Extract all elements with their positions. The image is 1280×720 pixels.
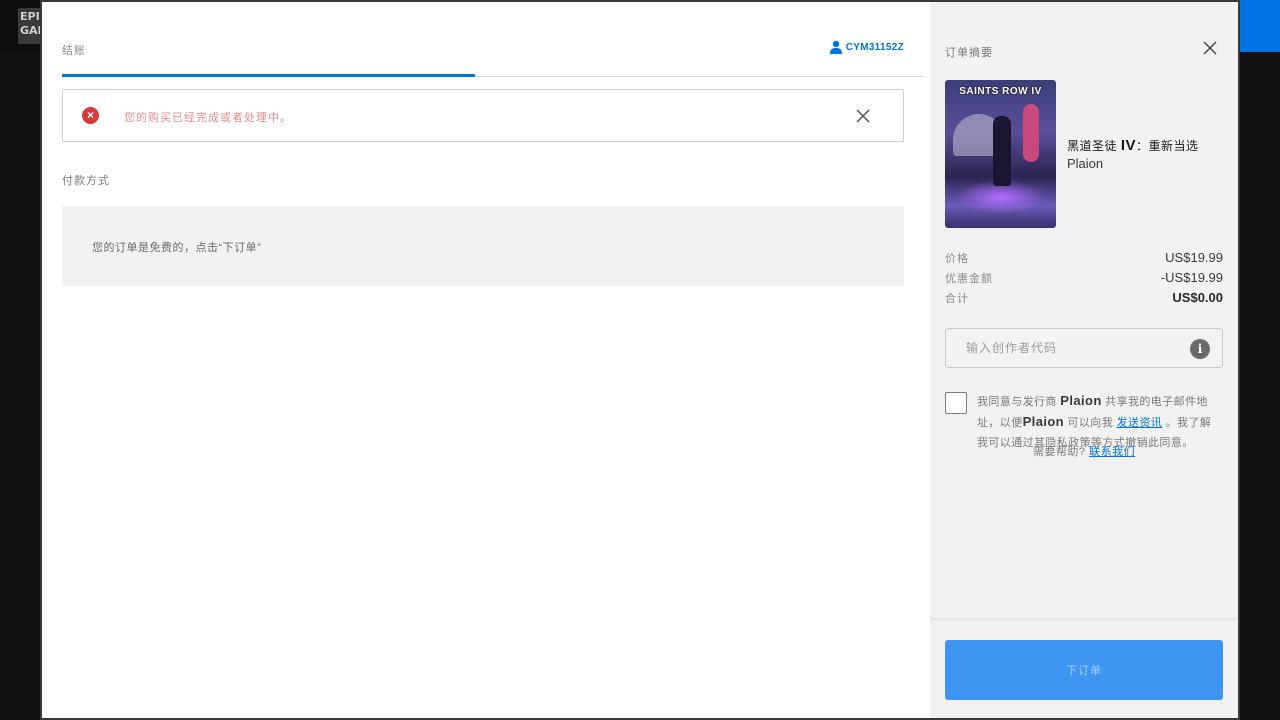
contact-us-link[interactable]: 联系我们: [1089, 446, 1135, 458]
order-summary-pane: 订单摘要 SAINTS ROW IV 黑道圣徒 IV：重新当选 Plaion 价…: [930, 2, 1238, 718]
error-circle-icon: ×: [82, 107, 99, 124]
total-row: 合计 US$0.00: [945, 290, 1223, 306]
info-icon[interactable]: i: [1190, 339, 1210, 359]
checkout-tab-title: 结账: [62, 45, 86, 57]
cover-title-text: SAINTS ROW IV: [959, 86, 1042, 97]
account-name: CYM31152Z: [845, 41, 904, 53]
consent-part-3: 可以向我: [1067, 417, 1114, 429]
creator-code-field: i: [945, 328, 1223, 368]
payment-notice-box: 您的订单是免费的，点击“下订单”: [62, 206, 904, 286]
close-icon[interactable]: [855, 108, 871, 124]
price-label: 价格: [945, 253, 969, 265]
close-icon[interactable]: [1202, 40, 1218, 56]
discount-row: 优惠金额 -US$19.99: [945, 270, 1223, 286]
order-summary-title: 订单摘要: [945, 47, 993, 59]
total-label: 合计: [945, 293, 969, 305]
game-cover-image: SAINTS ROW IV: [945, 80, 1056, 228]
payment-section-title: 付款方式: [62, 175, 110, 187]
game-publisher: Plaion: [1067, 156, 1104, 171]
creator-code-input[interactable]: [946, 329, 1186, 367]
place-order-button[interactable]: 下订单: [945, 640, 1223, 700]
consent-checkbox[interactable]: [945, 392, 967, 414]
send-info-link[interactable]: 发送资讯: [1117, 417, 1163, 429]
user-icon: [829, 40, 842, 54]
discount-label: 优惠金额: [945, 273, 993, 285]
account-indicator[interactable]: CYM31152Z: [829, 40, 904, 54]
background-accent-button: [1238, 0, 1280, 52]
checkout-modal: 结账 CYM31152Z × 您的购买已经完成或者处理中。 付款方式 您的订单是…: [40, 0, 1240, 720]
checkout-pane: 结账 CYM31152Z × 您的购买已经完成或者处理中。 付款方式 您的订单是…: [42, 2, 930, 718]
consent-part-1: 我同意与发行商: [977, 396, 1057, 408]
total-value: US$0.00: [1172, 290, 1223, 305]
game-title: 黑道圣徒 IV：重新当选: [1067, 137, 1199, 154]
discount-value: -US$19.99: [1160, 270, 1223, 285]
cover-art-figure-2: [1023, 104, 1039, 162]
help-prefix: 需要帮助?: [1032, 446, 1086, 458]
payment-notice-text: 您的订单是免费的，点击“下订单”: [92, 242, 262, 254]
footer-divider: [930, 618, 1238, 622]
price-row: 价格 US$19.99: [945, 250, 1223, 266]
consent-publisher-2: Plaion: [1022, 414, 1065, 429]
game-title-prefix: 黑道圣徒: [1067, 139, 1118, 153]
help-line: 需要帮助? 联系我们: [945, 443, 1223, 459]
error-alert: × 您的购买已经完成或者处理中。: [62, 89, 904, 142]
cover-art-figure: [993, 116, 1011, 186]
price-value: US$19.99: [1165, 250, 1223, 265]
game-title-numeral: IV: [1120, 137, 1137, 154]
tab-active-indicator: [62, 74, 475, 77]
consent-publisher-1: Plaion: [1060, 393, 1102, 408]
game-title-suffix: ：重新当选: [1136, 139, 1199, 153]
alert-message: 您的购买已经完成或者处理中。: [124, 112, 292, 124]
